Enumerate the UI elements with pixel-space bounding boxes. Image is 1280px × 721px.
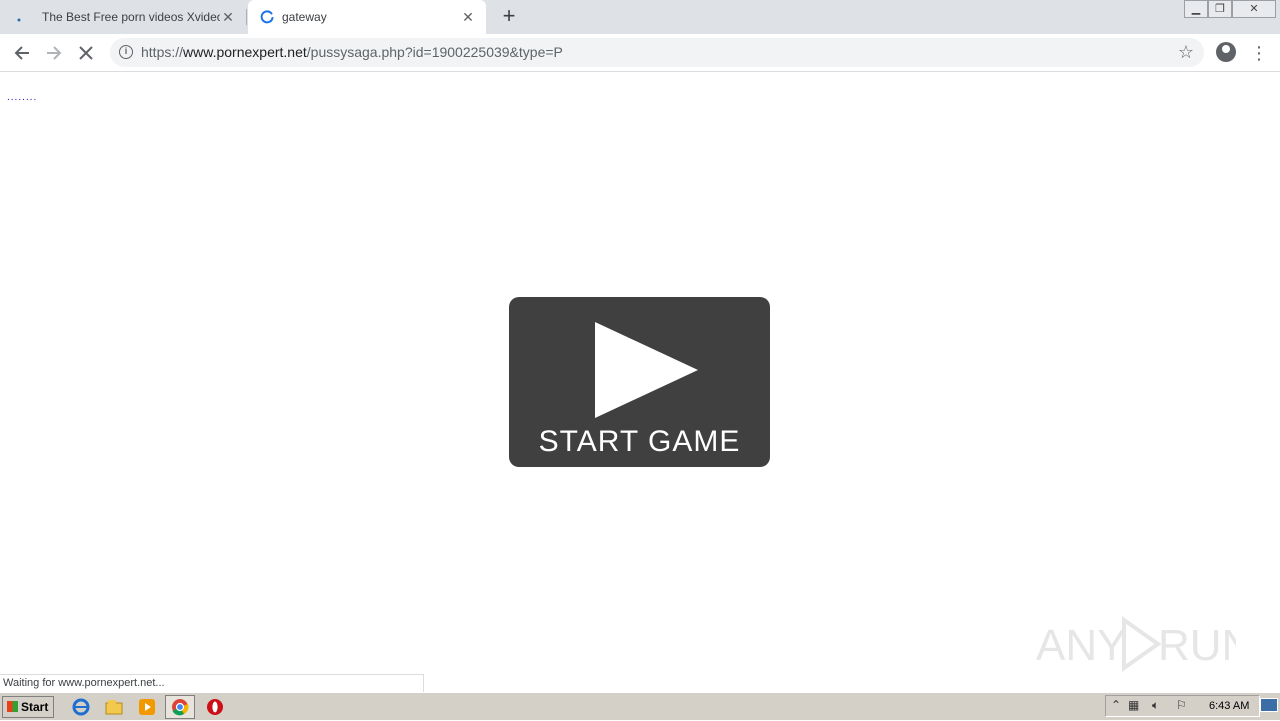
stop-loading-icon[interactable] [75, 42, 97, 64]
file-explorer-icon[interactable] [105, 698, 123, 716]
tray-expand-icon[interactable]: ⌃ [1111, 698, 1121, 712]
network-icon[interactable]: ▦ [1128, 698, 1139, 712]
close-icon[interactable]: ✕ [460, 9, 476, 25]
show-desktop-icon[interactable] [1260, 698, 1278, 712]
forward-arrow-icon[interactable] [43, 42, 65, 64]
top-link[interactable]: ........ [7, 92, 37, 103]
tab-title: The Best Free porn videos Xvideos [42, 10, 220, 24]
minimize-icon[interactable]: ▁ [1184, 0, 1208, 18]
taskbar-clock[interactable]: 6:43 AM [1209, 700, 1249, 712]
media-player-icon[interactable] [138, 698, 156, 716]
status-bubble: Waiting for www.pornexpert.net... [0, 674, 424, 692]
windows-taskbar: Start ⌃ ▦ 🔈︎ ⚐ 6:43 AM [0, 692, 1280, 720]
anyrun-watermark: ANY RUN [1036, 610, 1253, 677]
volume-icon[interactable]: 🔈︎ [1152, 698, 1159, 713]
page-favicon-icon [12, 10, 26, 24]
start-button[interactable]: Start [2, 696, 54, 718]
profile-avatar-icon[interactable] [1216, 42, 1236, 62]
page-content: ........ START GAME Waiting for www.porn… [0, 72, 1280, 692]
new-tab-plus-icon[interactable]: + [498, 5, 520, 28]
bookmark-star-icon[interactable]: ☆ [1178, 42, 1194, 63]
site-info-icon[interactable]: i [119, 45, 133, 59]
svg-text:RUN: RUN [1158, 621, 1236, 670]
restore-icon[interactable]: ❐ [1208, 0, 1232, 18]
internet-explorer-icon[interactable] [72, 698, 90, 716]
loading-spinner-icon [260, 10, 274, 24]
svg-text:ANY: ANY [1036, 621, 1126, 670]
action-center-flag-icon[interactable]: ⚐ [1176, 698, 1187, 712]
windows-logo-icon [7, 701, 18, 712]
back-arrow-icon[interactable] [11, 42, 33, 64]
tab-xvideos[interactable]: The Best Free porn videos Xvideos ✕ [0, 0, 246, 34]
start-game-label: START GAME [538, 425, 741, 458]
tab-gateway[interactable]: gateway ✕ [248, 0, 486, 34]
tab-strip: The Best Free porn videos Xvideos ✕ gate… [0, 0, 1280, 34]
kebab-menu-icon[interactable]: ⋮ [1250, 42, 1268, 64]
opera-icon[interactable] [206, 698, 224, 716]
address-bar[interactable]: i https://www.pornexpert.net/pussysaga.p… [110, 38, 1204, 67]
chrome-taskbar-button[interactable] [165, 695, 195, 719]
window-close-icon[interactable]: ✕ [1232, 0, 1276, 18]
close-icon[interactable]: ✕ [220, 9, 236, 25]
browser-toolbar: i https://www.pornexpert.net/pussysaga.p… [0, 34, 1280, 72]
tab-title: gateway [282, 10, 327, 24]
tab-separator [246, 9, 247, 25]
start-game-button[interactable]: START GAME [509, 297, 770, 467]
address-url[interactable]: https://www.pornexpert.net/pussysaga.php… [141, 44, 563, 60]
